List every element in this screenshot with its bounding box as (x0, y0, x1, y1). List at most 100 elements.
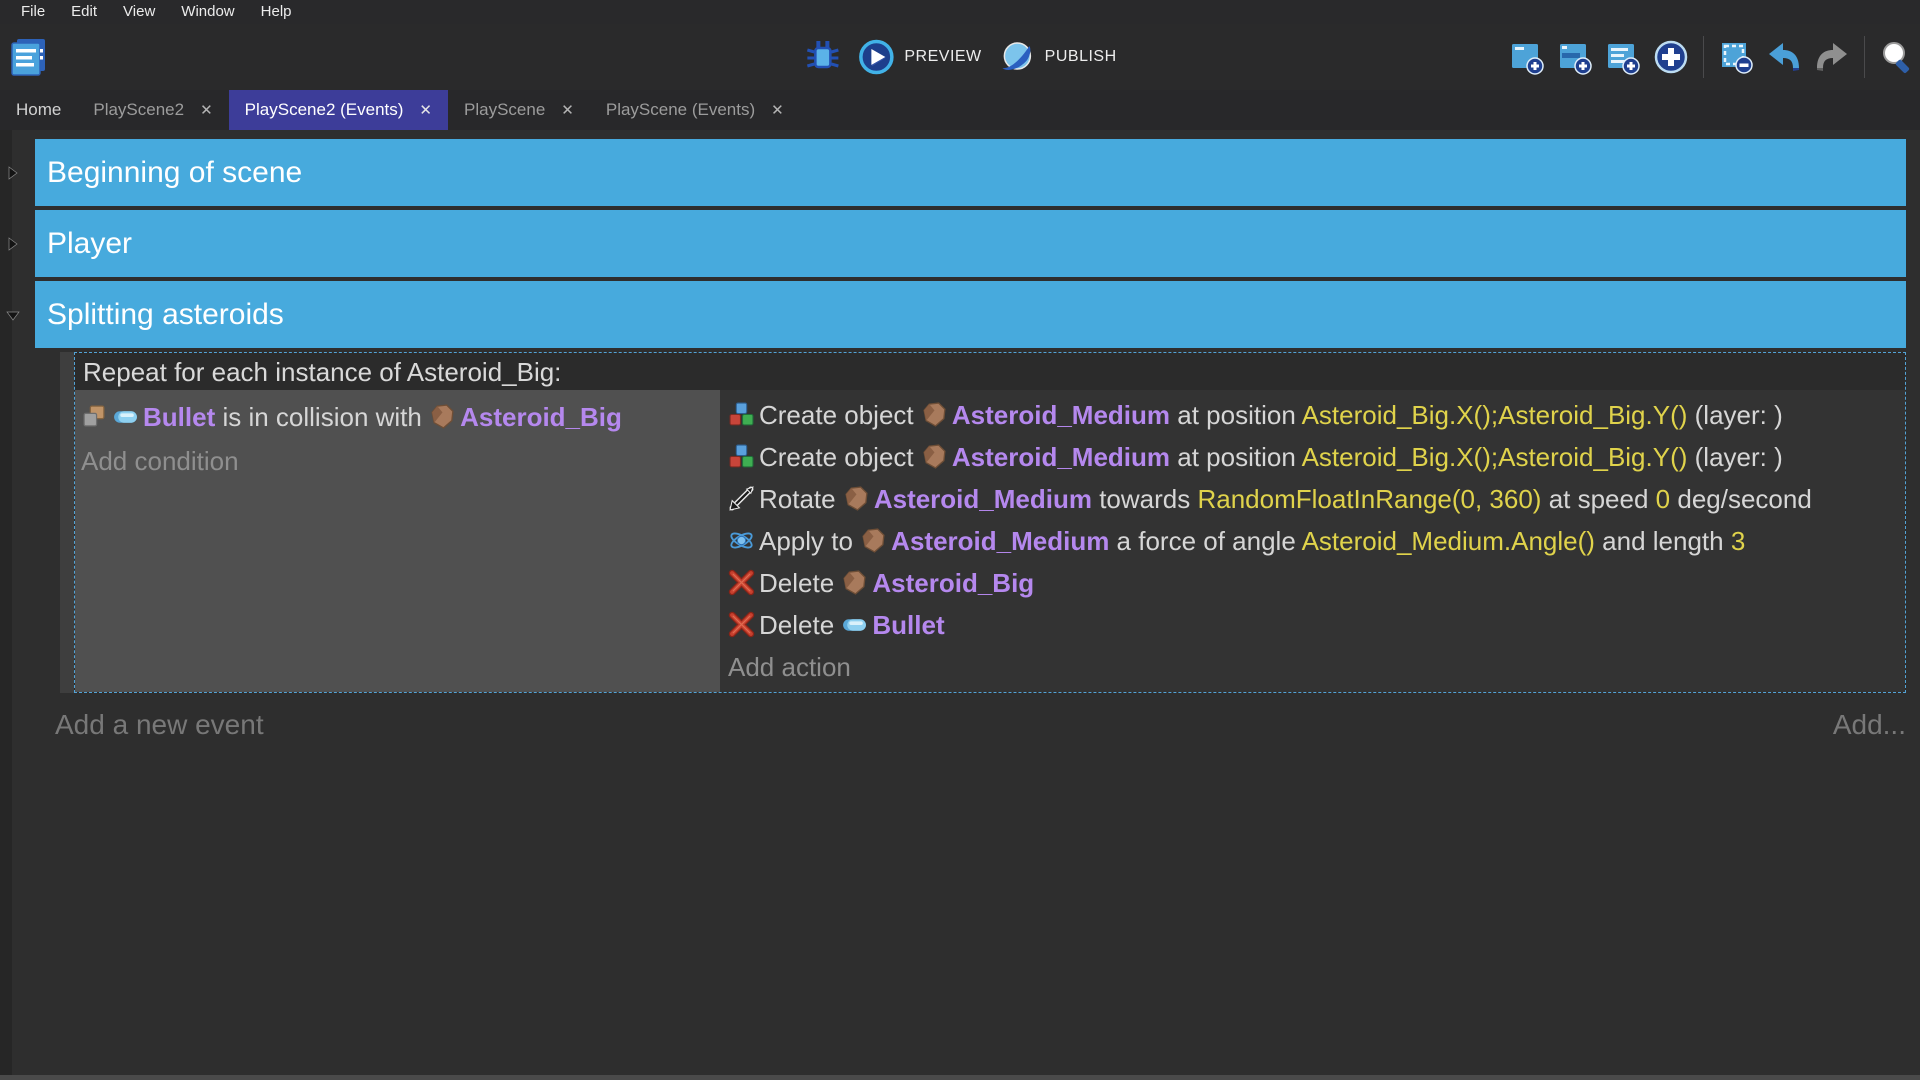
rotate-icon (728, 482, 755, 509)
expand-arrow-icon[interactable] (6, 308, 20, 322)
sentence-text: (layer: ) (1687, 442, 1782, 472)
object-name: Asteroid_Big (460, 402, 622, 432)
bullet-icon (841, 608, 868, 635)
close-icon[interactable]: ✕ (561, 101, 574, 119)
group-title: Beginning of scene (47, 156, 302, 190)
sentence-text: Apply to (759, 526, 860, 556)
menu-window[interactable]: Window (168, 0, 247, 24)
action-row[interactable]: Delete Asteroid_Big (728, 562, 1897, 604)
sentence-text: at position (1170, 400, 1302, 430)
tab-bar: Home PlayScene2 ✕ PlayScene2 (Events) ✕ … (0, 90, 1920, 130)
group-bar[interactable]: Splitting asteroids (35, 281, 1906, 348)
preview-label: PREVIEW (904, 48, 981, 66)
object-name: Asteroid_Medium (952, 400, 1170, 430)
asteroid-icon (841, 566, 868, 593)
toolbar: PREVIEW PUBLISH (0, 24, 1920, 90)
close-icon[interactable]: ✕ (200, 101, 213, 119)
create-object-icon (728, 440, 755, 467)
sentence-text: Delete (759, 610, 841, 640)
menu-file[interactable]: File (8, 0, 58, 24)
tab-playscene2[interactable]: PlayScene2 ✕ (77, 90, 228, 130)
undo-icon[interactable] (1765, 38, 1803, 76)
add-scene-icon[interactable] (1508, 38, 1546, 76)
delete-icon (728, 566, 755, 593)
expression-value: Asteroid_Big.X();Asteroid_Big.Y() (1302, 400, 1688, 430)
add-external-events-icon[interactable] (1604, 38, 1642, 76)
event-group-player: Player (35, 210, 1906, 277)
tab-label: PlayScene (Events) (606, 100, 755, 120)
menu-help[interactable]: Help (248, 0, 305, 24)
sheet-left-rail (0, 130, 12, 1080)
sentence-text: Create object (759, 400, 921, 430)
object-name: Asteroid_Medium (891, 526, 1109, 556)
object-name: Asteroid_Medium (874, 484, 1092, 514)
add-extension-icon[interactable] (1652, 38, 1690, 76)
asteroid-icon (429, 398, 456, 425)
object-name: Asteroid_Big (872, 568, 1034, 598)
add-external-layout-icon[interactable] (1556, 38, 1594, 76)
tab-playscene[interactable]: PlayScene ✕ (448, 90, 590, 130)
group-bar[interactable]: Player (35, 210, 1906, 277)
tab-playscene2-events[interactable]: PlayScene2 (Events) ✕ (229, 90, 448, 130)
object-name: Bullet (143, 402, 215, 432)
publish-button[interactable]: PUBLISH (998, 38, 1117, 76)
action-row[interactable]: Create object Asteroid_Medium at positio… (728, 394, 1897, 436)
tab-playscene-events[interactable]: PlayScene (Events) ✕ (590, 90, 800, 130)
add-condition-button[interactable]: Add condition (81, 440, 714, 482)
object-name: Asteroid_Medium (952, 442, 1170, 472)
action-row[interactable]: Delete Bullet (728, 604, 1897, 646)
repeat-event-block: Repeat for each instance of Asteroid_Big… (60, 352, 1906, 693)
conditions-panel[interactable]: Bullet is in collision with Asteroid_Big… (75, 390, 720, 692)
collapse-arrow-icon[interactable] (6, 237, 20, 251)
event-indent-strip (60, 352, 74, 693)
preview-button[interactable]: PREVIEW (857, 38, 981, 76)
remove-selection-icon[interactable] (1717, 38, 1755, 76)
debug-icon[interactable] (803, 38, 841, 76)
horizontal-scrollbar[interactable] (0, 1075, 1920, 1080)
sentence-text: Create object (759, 442, 921, 472)
group-bar[interactable]: Beginning of scene (35, 139, 1906, 206)
redo-icon[interactable] (1813, 38, 1851, 76)
action-row[interactable]: Apply to Asteroid_Medium a force of angl… (728, 520, 1897, 562)
expression-value: Asteroid_Medium.Angle() (1302, 526, 1595, 556)
sentence-text: towards (1092, 484, 1198, 514)
sentence-text: at speed (1541, 484, 1655, 514)
menu-bar: File Edit View Window Help (0, 0, 1920, 24)
toolbar-separator (1703, 36, 1704, 78)
search-icon[interactable] (1878, 38, 1916, 76)
event-group-splitting-asteroids: Splitting asteroids (35, 281, 1906, 348)
add-more-button[interactable]: Add... (1833, 709, 1906, 741)
event-body: Bullet is in collision with Asteroid_Big… (75, 390, 1905, 692)
sentence-text: a force of angle (1109, 526, 1301, 556)
tab-home[interactable]: Home (0, 90, 77, 130)
events-sheet: Beginning of scene Player Splitting aste… (0, 130, 1920, 1080)
object-name: Bullet (872, 610, 944, 640)
apply-force-icon (728, 524, 755, 551)
publish-planet-icon (998, 38, 1036, 76)
actions-panel[interactable]: Create object Asteroid_Medium at positio… (720, 390, 1905, 692)
asteroid-icon (921, 398, 948, 425)
selected-event[interactable]: Repeat for each instance of Asteroid_Big… (74, 352, 1906, 693)
publish-label: PUBLISH (1045, 48, 1117, 66)
expression-value: RandomFloatInRange(0, 360) (1197, 484, 1541, 514)
asteroid-icon (843, 482, 870, 509)
sentence-text: and length (1595, 526, 1731, 556)
sheet-footer: Add a new event Add... (0, 709, 1920, 741)
sentence-text: at position (1170, 442, 1302, 472)
action-row[interactable]: Rotate Asteroid_Medium towards RandomFlo… (728, 478, 1897, 520)
group-title: Splitting asteroids (47, 298, 284, 332)
condition-row[interactable]: Bullet is in collision with Asteroid_Big (81, 394, 714, 440)
action-row[interactable]: Create object Asteroid_Medium at positio… (728, 436, 1897, 478)
close-icon[interactable]: ✕ (419, 101, 432, 119)
menu-view[interactable]: View (110, 0, 168, 24)
sentence-text: is in collision with (215, 402, 429, 432)
close-icon[interactable]: ✕ (771, 101, 784, 119)
asteroid-icon (921, 440, 948, 467)
add-new-event-button[interactable]: Add a new event (55, 709, 264, 741)
menu-edit[interactable]: Edit (58, 0, 110, 24)
expression-value: 3 (1731, 526, 1745, 556)
repeat-event-header[interactable]: Repeat for each instance of Asteroid_Big… (75, 353, 1905, 390)
collapse-arrow-icon[interactable] (6, 166, 20, 180)
expression-value: 0 (1656, 484, 1670, 514)
add-action-button[interactable]: Add action (728, 646, 1897, 688)
